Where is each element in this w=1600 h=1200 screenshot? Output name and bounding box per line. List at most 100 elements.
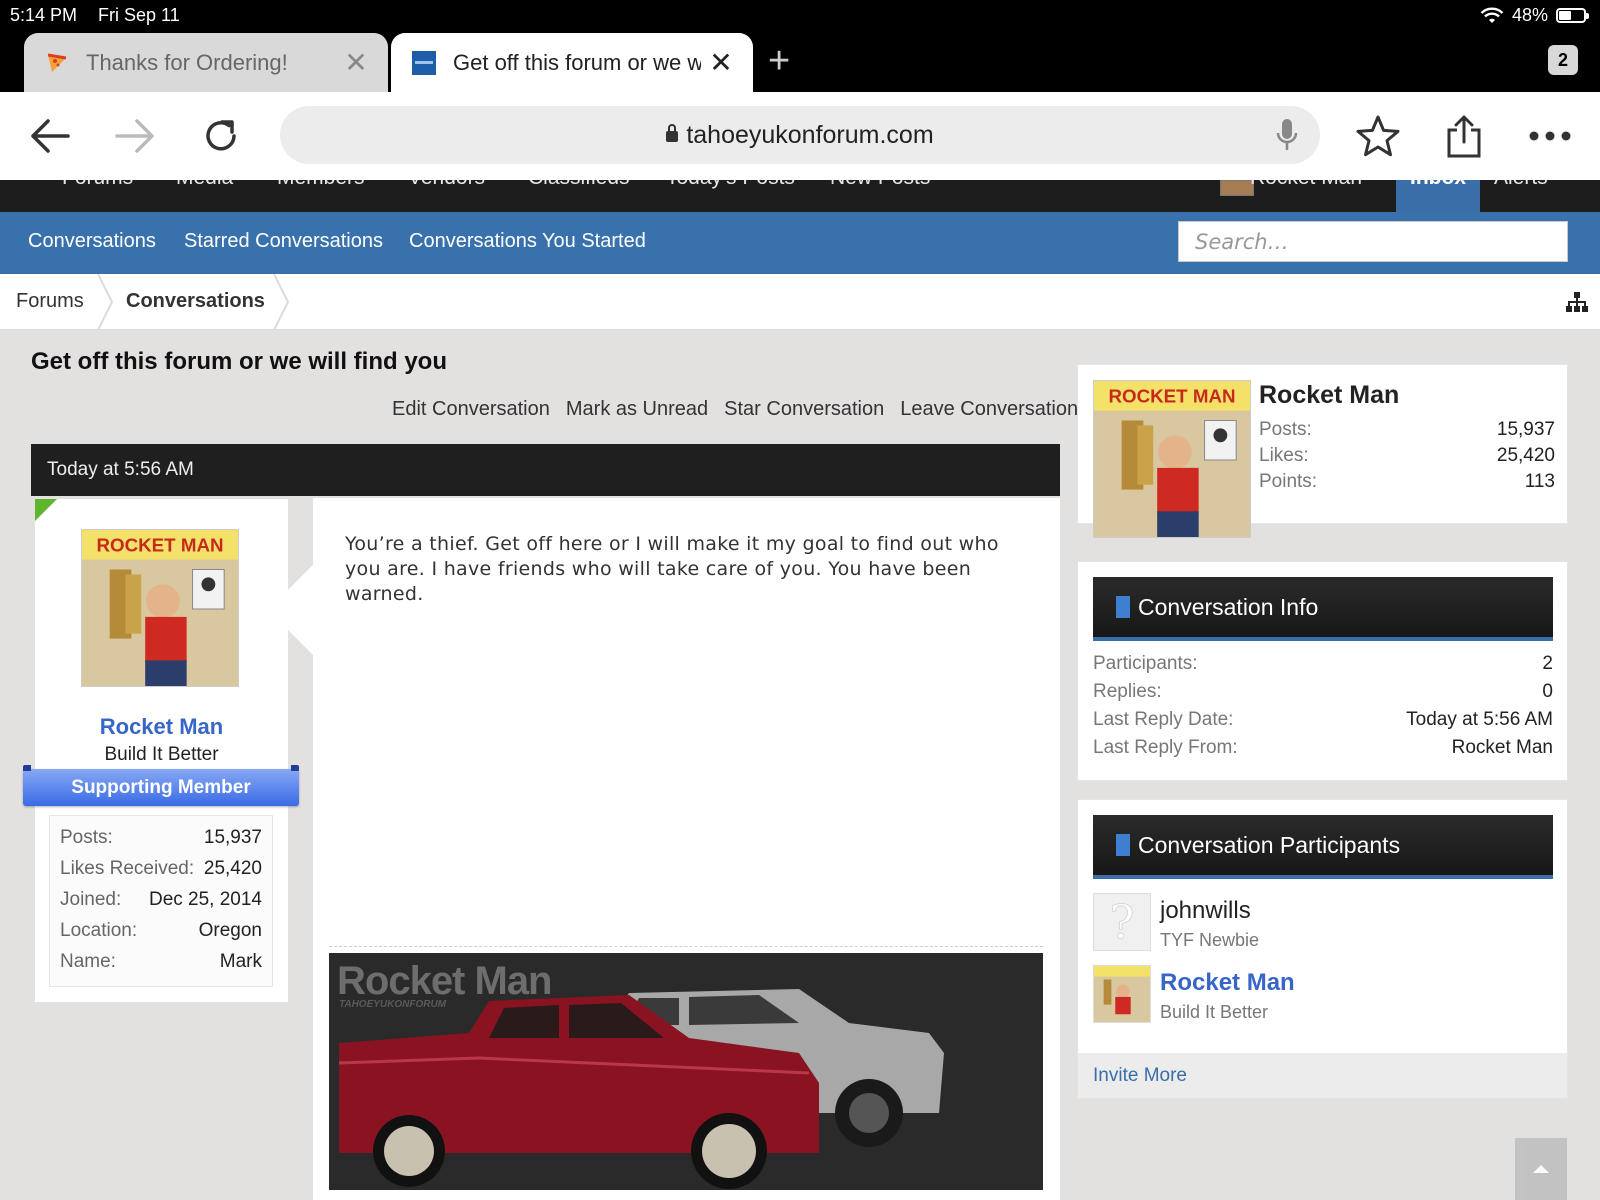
nav-todays-posts[interactable]: Today's Posts — [666, 180, 795, 190]
stat-row: Likes Received: 25,420 — [60, 853, 262, 884]
wifi-icon — [1480, 7, 1504, 23]
participant-avatar[interactable] — [1093, 965, 1151, 1023]
info-value: 0 — [1542, 681, 1553, 702]
info-label: Last Reply From: — [1093, 737, 1238, 758]
stat-value: 25,420 — [1496, 445, 1555, 466]
share-button[interactable] — [1438, 110, 1490, 162]
participant-item[interactable]: Rocket Man Build It Better — [1093, 965, 1553, 1027]
bookmark-button[interactable] — [1352, 110, 1404, 162]
stat-value[interactable]: 15,937 — [204, 822, 262, 853]
breadcrumb-conversations[interactable]: Conversations — [126, 290, 265, 313]
leave-conversation-link[interactable]: Leave Conversation — [900, 398, 1078, 421]
stat-value[interactable]: 15,937 — [1497, 417, 1555, 443]
nav-media[interactable]: Media — [176, 180, 233, 190]
browser-toolbar: tahoeyukonforum.com — [0, 92, 1600, 180]
star-conversation-link[interactable]: Star Conversation — [724, 398, 884, 421]
scroll-to-top-button[interactable] — [1515, 1138, 1567, 1200]
stat-value: Mark — [219, 951, 262, 972]
forward-button[interactable] — [109, 110, 161, 162]
forward-arrow-icon — [115, 119, 154, 153]
tab-current-forum[interactable]: Get off this forum or we will find you ✕ — [391, 33, 753, 92]
info-value[interactable]: Rocket Man — [1452, 734, 1553, 762]
back-arrow-icon — [31, 119, 70, 153]
edit-conversation-link[interactable]: Edit Conversation — [392, 398, 550, 421]
conversation-info-header: Conversation Info — [1093, 577, 1553, 641]
info-row: Last Reply From: Rocket Man — [1093, 734, 1553, 762]
author-avatar[interactable]: ROCKET MAN — [81, 529, 239, 687]
sidebar-user-name[interactable]: Rocket Man — [1259, 381, 1399, 410]
nav-classifieds[interactable]: Classifieds — [528, 180, 630, 190]
breadcrumb-separator — [97, 274, 114, 330]
conversation-info-title: Conversation Info — [1138, 594, 1319, 620]
participants-title: Conversation Participants — [1138, 832, 1401, 858]
sitemap-icon[interactable] — [1566, 291, 1588, 313]
sidebar-user-avatar[interactable]: ROCKET MAN — [1093, 380, 1251, 538]
tab-thanks-for-ordering[interactable]: Thanks for Ordering! ✕ — [24, 33, 388, 92]
search-input[interactable] — [1179, 222, 1567, 261]
info-row: Participants: 2 — [1093, 650, 1553, 678]
participant-name[interactable]: Rocket Man — [1160, 969, 1295, 997]
status-bar: 5:14 PM Fri Sep 11 48% — [0, 0, 1600, 30]
message-timestamp: Today at 5:56 AM — [47, 459, 194, 480]
mark-as-unread-link[interactable]: Mark as Unread — [566, 398, 708, 421]
more-button[interactable] — [1524, 110, 1576, 162]
participant-name[interactable]: johnwills — [1160, 897, 1251, 925]
microphone-icon[interactable] — [1276, 118, 1298, 152]
default-avatar-icon[interactable]: ? — [1093, 893, 1151, 951]
new-tab-icon[interactable]: + — [768, 40, 790, 83]
info-row: Last Reply Date: Today at 5:56 AM — [1093, 706, 1553, 734]
lock-icon — [666, 124, 679, 142]
battery-percent: 48% — [1511, 5, 1548, 25]
conversations-subnav: Conversations Starred Conversations Conv… — [0, 212, 1600, 274]
breadcrumb: Forums Conversations — [0, 274, 1600, 330]
breadcrumb-forums[interactable]: Forums — [16, 290, 84, 313]
nav-user[interactable]: Rocket Man — [1250, 180, 1362, 190]
stat-label: Likes: — [1259, 445, 1309, 466]
nav-user-avatar[interactable] — [1220, 180, 1254, 196]
author-title: Build It Better — [104, 744, 219, 765]
participant-item[interactable]: ? johnwills TYF Newbie — [1093, 893, 1553, 955]
author-stats: Posts: 15,937 Likes Received: 25,420 Joine… — [49, 815, 273, 987]
back-button[interactable] — [24, 110, 76, 162]
subnav-starred-conversations[interactable]: Starred Conversations — [184, 230, 383, 253]
stat-row: Name: Mark — [60, 946, 262, 977]
search-box[interactable] — [1178, 221, 1568, 262]
reload-button[interactable] — [195, 110, 247, 162]
stat-row: Posts: 15,937 — [60, 822, 262, 853]
address-bar[interactable]: tahoeyukonforum.com — [280, 106, 1320, 164]
tab-count-button[interactable]: 2 — [1548, 45, 1578, 75]
stat-row: Joined: Dec 25, 2014 — [60, 884, 262, 915]
status-date: Fri Sep 11 — [98, 5, 180, 25]
pizza-icon — [44, 50, 70, 76]
invite-more-link[interactable]: Invite More — [1078, 1053, 1567, 1098]
url-text: tahoeyukonforum.com — [686, 121, 934, 149]
nav-members[interactable]: Members — [277, 180, 365, 190]
tab-strip: Thanks for Ordering! ✕ Get off this foru… — [0, 30, 1600, 92]
subnav-conversations[interactable]: Conversations — [28, 230, 156, 253]
close-tab-icon[interactable]: ✕ — [336, 46, 376, 79]
stat-label: Posts: — [1259, 419, 1312, 440]
info-label: Participants: — [1093, 653, 1198, 674]
nav-forums[interactable]: Forums — [62, 180, 133, 190]
stat-value: Oregon — [198, 920, 262, 941]
stat-value[interactable]: 113 — [1525, 469, 1555, 495]
subnav-conversations-you-started[interactable]: Conversations You Started — [409, 230, 646, 253]
message-body: You’re a thief. Get off here or I will m… — [313, 498, 1060, 1200]
close-tab-icon[interactable]: ✕ — [701, 46, 741, 79]
visitor-panel: ROCKET MAN Rocket Man Posts: 15,937 Likes… — [1077, 364, 1568, 538]
status-time: 5:14 PM — [10, 5, 78, 25]
breadcrumb-separator — [273, 274, 290, 330]
nav-inbox[interactable]: Inbox — [1410, 180, 1466, 190]
nav-alerts[interactable]: Alerts — [1494, 180, 1548, 190]
author-name[interactable]: Rocket Man — [35, 714, 288, 740]
nav-vendors[interactable]: Vendors — [408, 180, 485, 190]
header-accent-bar — [1116, 596, 1130, 618]
conversation-actions: Edit Conversation Mark as Unread Star Co… — [392, 398, 1078, 421]
nav-new-posts[interactable]: New Posts — [830, 180, 930, 190]
participant-title: TYF Newbie — [1160, 930, 1260, 950]
info-row: Replies: 0 — [1093, 678, 1553, 706]
stat-label: Name: — [60, 951, 116, 972]
stat-label: Posts: — [60, 827, 113, 848]
conversation-info-panel: Conversation Info Participants: 2 Replies… — [1077, 561, 1568, 781]
avatar-lettering: ROCKET MAN — [1108, 386, 1235, 407]
